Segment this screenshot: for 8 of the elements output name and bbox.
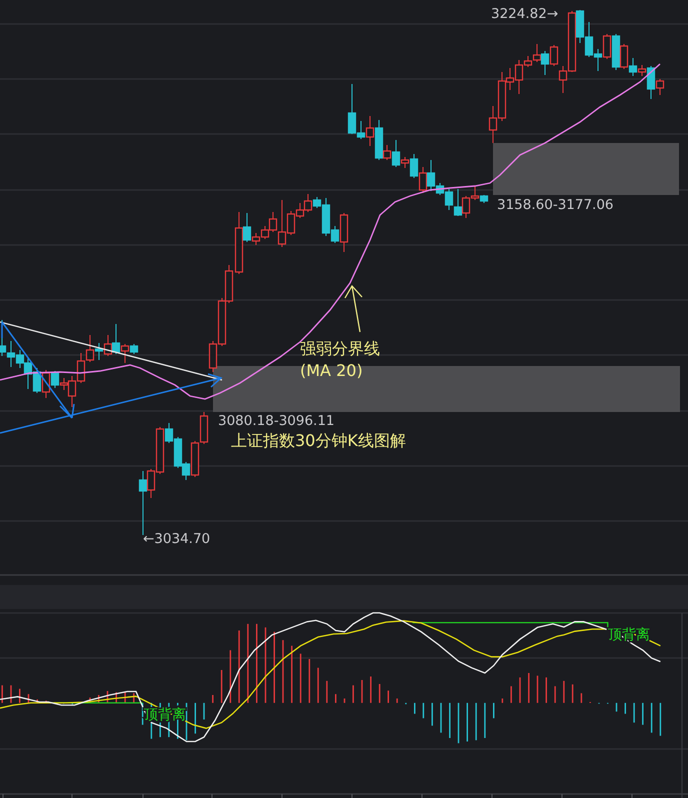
chart-caption: 上证指数30分钟K线图解: [231, 431, 406, 450]
arrow: [344, 285, 362, 332]
zone-price-label: 3158.60-3177.06: [497, 197, 614, 213]
annotation-text: 强弱分界线: [300, 339, 380, 358]
zone-price-label: 3080.18-3096.11: [218, 413, 335, 429]
annotation-text: (MA 20): [300, 361, 363, 380]
low-price-label: ←3034.70: [143, 531, 210, 547]
high-price-label: 3224.82→: [491, 6, 558, 22]
